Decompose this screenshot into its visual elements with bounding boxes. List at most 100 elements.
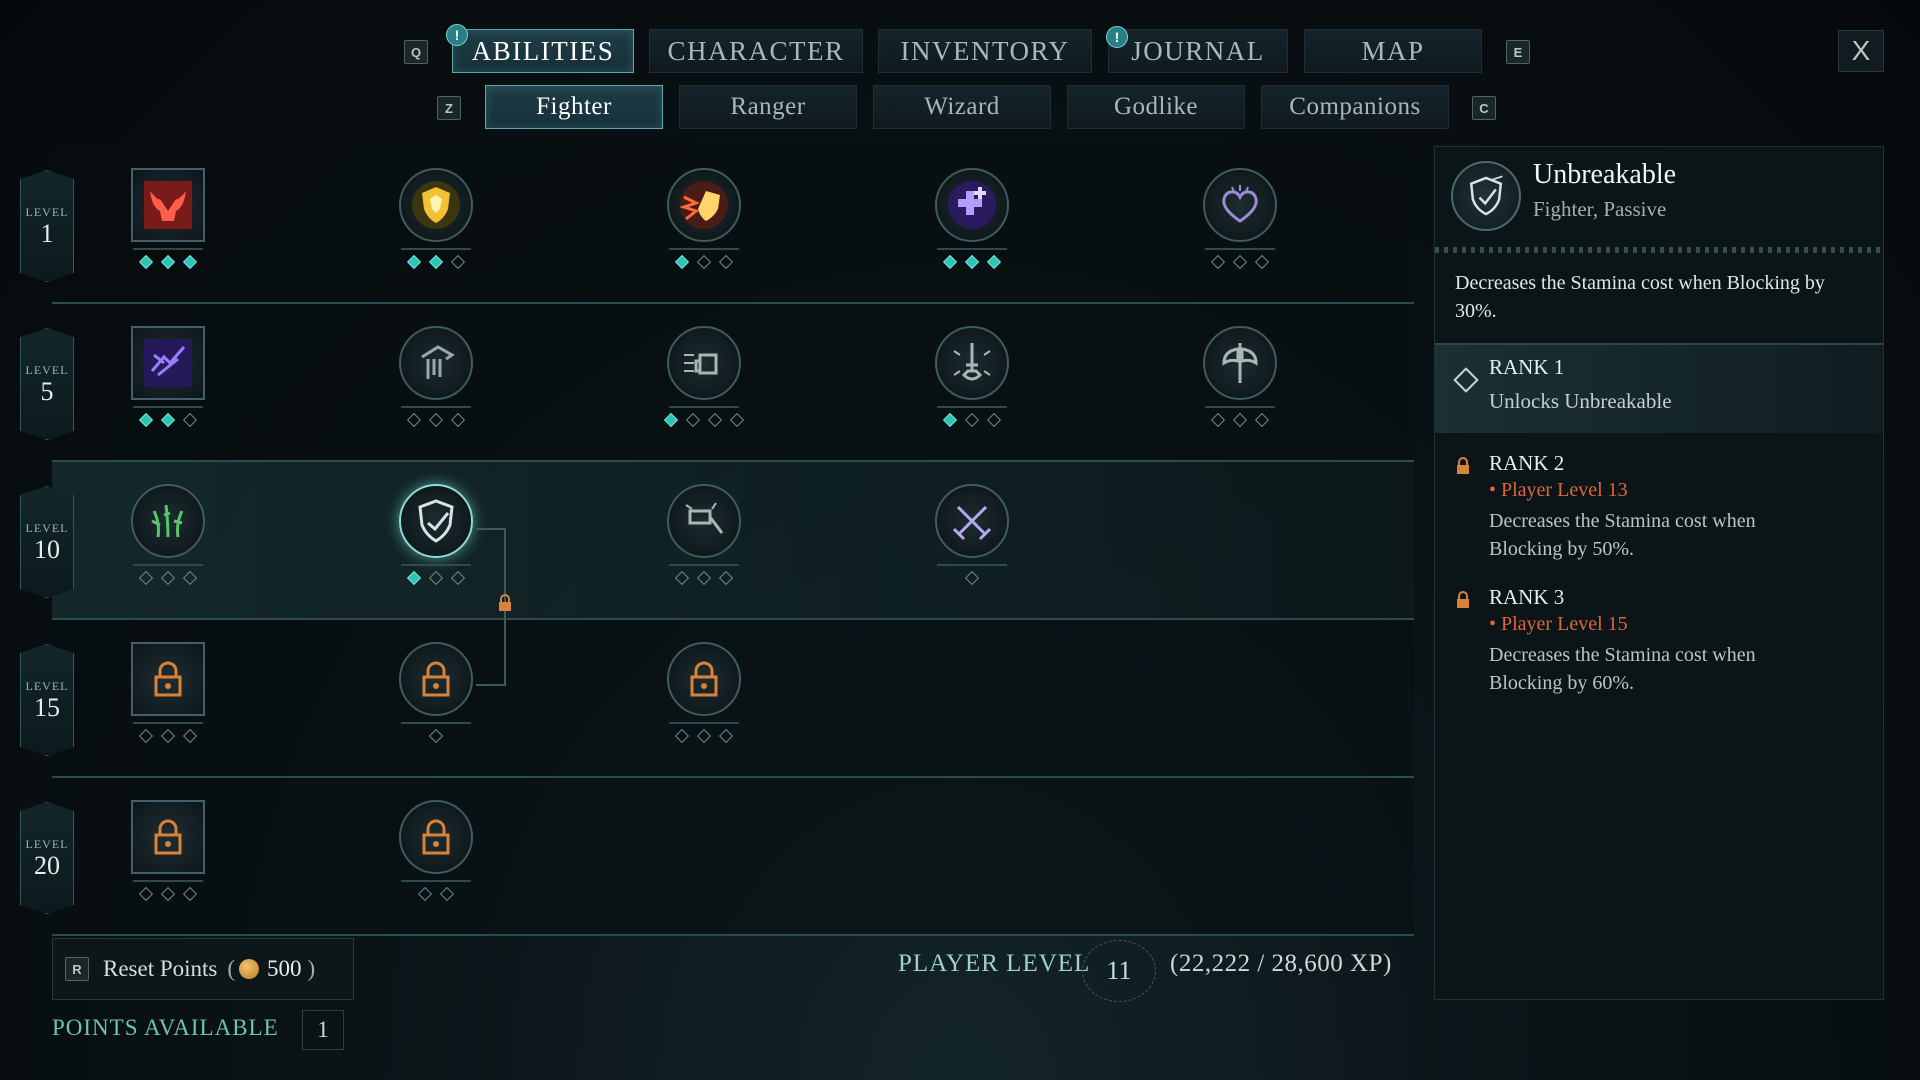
rank-pips	[664, 570, 744, 588]
tab-character-label: CHARACTER	[667, 35, 845, 66]
rank-pip-empty	[674, 728, 690, 744]
locked-icon	[422, 819, 450, 855]
rank-1-text: Unlocks Unbreakable	[1489, 389, 1672, 413]
ability-node[interactable]	[664, 168, 744, 272]
ability-node[interactable]	[128, 800, 208, 904]
subtab-fighter-label: Fighter	[536, 93, 612, 120]
ability-node[interactable]	[396, 168, 476, 272]
subtab-wizard[interactable]: Wizard	[873, 85, 1051, 129]
level-badge-word: LEVEL	[25, 520, 69, 535]
rank-pip-empty	[138, 728, 154, 744]
ability-node[interactable]	[664, 484, 744, 588]
tab-journal[interactable]: JOURNAL	[1108, 29, 1288, 73]
tab-map[interactable]: MAP	[1304, 29, 1482, 73]
rank-pips	[396, 728, 476, 746]
tab-abilities-label: ABILITIES	[471, 35, 615, 66]
rank-pip-filled	[986, 254, 1002, 270]
rank-pip-empty	[964, 570, 980, 586]
rank-pip-filled	[406, 254, 422, 270]
rank-pip-empty	[428, 570, 444, 586]
tab-map-label: MAP	[1361, 35, 1425, 66]
node-divider	[669, 248, 739, 250]
ability-node-frame	[399, 326, 473, 400]
rank-pips	[932, 570, 1012, 588]
ability-node[interactable]	[128, 642, 208, 746]
rank-pip-empty	[138, 570, 154, 586]
rank-2-requirement: • Player Level 13	[1489, 479, 1628, 501]
ability-node[interactable]	[128, 484, 208, 588]
subtab-fighter[interactable]: Fighter	[485, 85, 663, 129]
ability-node[interactable]	[128, 168, 208, 272]
node-divider	[133, 406, 203, 408]
reset-cost-open-paren: (	[227, 956, 236, 981]
rank-pip-empty	[1232, 412, 1248, 428]
ability-node[interactable]	[396, 642, 476, 746]
rank-3-title: RANK 3	[1489, 585, 1565, 609]
ability-node[interactable]	[663, 326, 745, 430]
close-button[interactable]: X	[1838, 30, 1884, 72]
node-divider	[937, 406, 1007, 408]
rank-pips	[128, 886, 208, 904]
ability-node-frame	[131, 642, 205, 716]
level-badge-number: 5	[40, 376, 54, 406]
bull-rage-icon	[144, 181, 192, 229]
ability-node[interactable]	[396, 326, 476, 430]
rank-pip-filled	[964, 254, 980, 270]
rank-pip-empty	[1232, 254, 1248, 270]
unbreakable-shield-icon	[1469, 175, 1503, 216]
level-badge: LEVEL 5	[20, 328, 74, 440]
tab-inventory-label: INVENTORY	[900, 35, 1070, 66]
ability-node[interactable]	[1200, 168, 1280, 272]
player-level-value: 11	[1082, 940, 1156, 1002]
rank-pips	[128, 728, 208, 746]
ability-node-frame	[399, 168, 473, 242]
rank-3-row: RANK 3 • Player Level 15 Decreases the S…	[1435, 577, 1883, 701]
rank-pip-empty	[1254, 412, 1270, 428]
node-divider	[401, 722, 471, 724]
rank-pip-filled	[674, 254, 690, 270]
ability-node[interactable]	[932, 168, 1012, 272]
ability-node[interactable]	[932, 326, 1012, 430]
level-10-row: LEVEL 10	[20, 462, 1414, 620]
node-divider	[401, 406, 471, 408]
rank-pip-empty	[685, 412, 701, 428]
subtab-godlike[interactable]: Godlike	[1067, 85, 1245, 129]
node-divider	[669, 406, 739, 408]
thorns-icon	[151, 504, 184, 538]
rank-pip-empty	[182, 412, 198, 428]
golden-shield-icon	[412, 181, 460, 229]
rank-pips	[396, 570, 476, 588]
rank-pips	[1200, 412, 1280, 430]
node-divider	[669, 722, 739, 724]
node-divider	[401, 248, 471, 250]
subtab-companions[interactable]: Companions	[1261, 85, 1449, 129]
subtab-ranger[interactable]: Ranger	[679, 85, 857, 129]
reset-cost-close-paren: )	[307, 956, 316, 981]
rank-pip-empty	[138, 886, 154, 902]
ability-node[interactable]	[932, 484, 1012, 588]
ability-node[interactable]	[1200, 326, 1280, 430]
rank-pip-empty	[729, 412, 745, 428]
reset-points-button[interactable]: R Reset Points ( 500 )	[52, 938, 354, 1000]
rank-pips	[932, 254, 1012, 272]
rank-pip-filled	[406, 570, 422, 586]
rank-3-lock-icon	[1457, 591, 1469, 608]
rank-pip-empty	[182, 886, 198, 902]
coin-icon	[239, 959, 260, 979]
ability-node[interactable]	[664, 642, 744, 746]
ability-node-frame	[667, 484, 741, 558]
subtab-godlike-label: Godlike	[1113, 93, 1199, 120]
ability-node[interactable]	[396, 800, 476, 904]
tab-abilities[interactable]: ABILITIES	[452, 29, 634, 73]
rank-pip-empty	[1210, 412, 1226, 428]
tab-inventory[interactable]: INVENTORY	[878, 29, 1092, 73]
ability-node[interactable]	[396, 484, 476, 588]
rank-pip-empty	[417, 886, 433, 902]
tab-character[interactable]: CHARACTER	[649, 29, 863, 73]
rank-2-row: RANK 2 • Player Level 13 Decreases the S…	[1435, 443, 1883, 567]
xp-progress-text: (22,222 / 28,600 XP)	[1170, 950, 1392, 977]
rank-pip-empty	[160, 886, 176, 902]
ability-node-frame	[667, 326, 741, 400]
ability-node[interactable]	[128, 326, 208, 430]
rank-pip-empty	[696, 570, 712, 586]
